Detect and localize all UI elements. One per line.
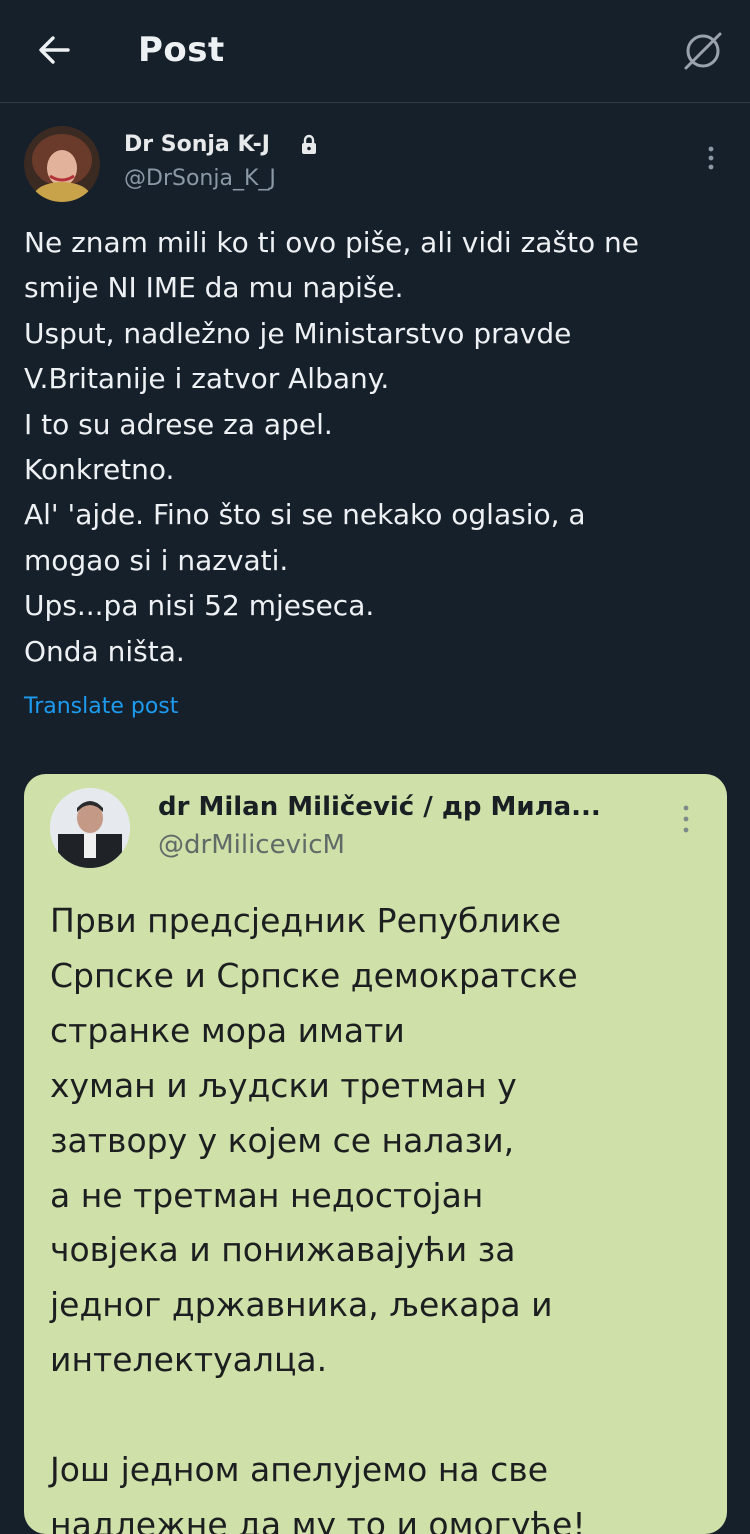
- quoted-avatar-image: [50, 788, 130, 868]
- back-arrow-icon[interactable]: [34, 30, 74, 70]
- translate-post-link[interactable]: Translate post: [24, 694, 178, 719]
- top-bar: Post: [0, 0, 750, 103]
- author-avatar[interactable]: [24, 126, 100, 202]
- quoted-post-card[interactable]: dr Milan Miličević / др Мила... @drMilic…: [24, 774, 727, 1534]
- page-title: Post: [138, 30, 225, 70]
- quoted-author-handle[interactable]: @drMilicevicM: [158, 830, 345, 860]
- post-text: Ne znam mili ko ti ovo piše, ali vidi za…: [24, 226, 640, 668]
- more-vertical-icon[interactable]: [700, 146, 722, 172]
- quoted-author-name[interactable]: dr Milan Miličević / др Мила...: [158, 792, 601, 822]
- lock-icon: [302, 134, 316, 154]
- quoted-author-avatar[interactable]: [50, 788, 130, 868]
- quoted-more-icon[interactable]: [676, 804, 696, 836]
- no-sign-icon[interactable]: [680, 28, 726, 74]
- author-handle[interactable]: @DrSonja_K_J: [124, 166, 276, 191]
- quoted-post-text: Први предсједник Републике Српске и Српс…: [50, 901, 586, 1534]
- author-name[interactable]: Dr Sonja K-J: [124, 132, 270, 157]
- avatar-image: [24, 126, 100, 202]
